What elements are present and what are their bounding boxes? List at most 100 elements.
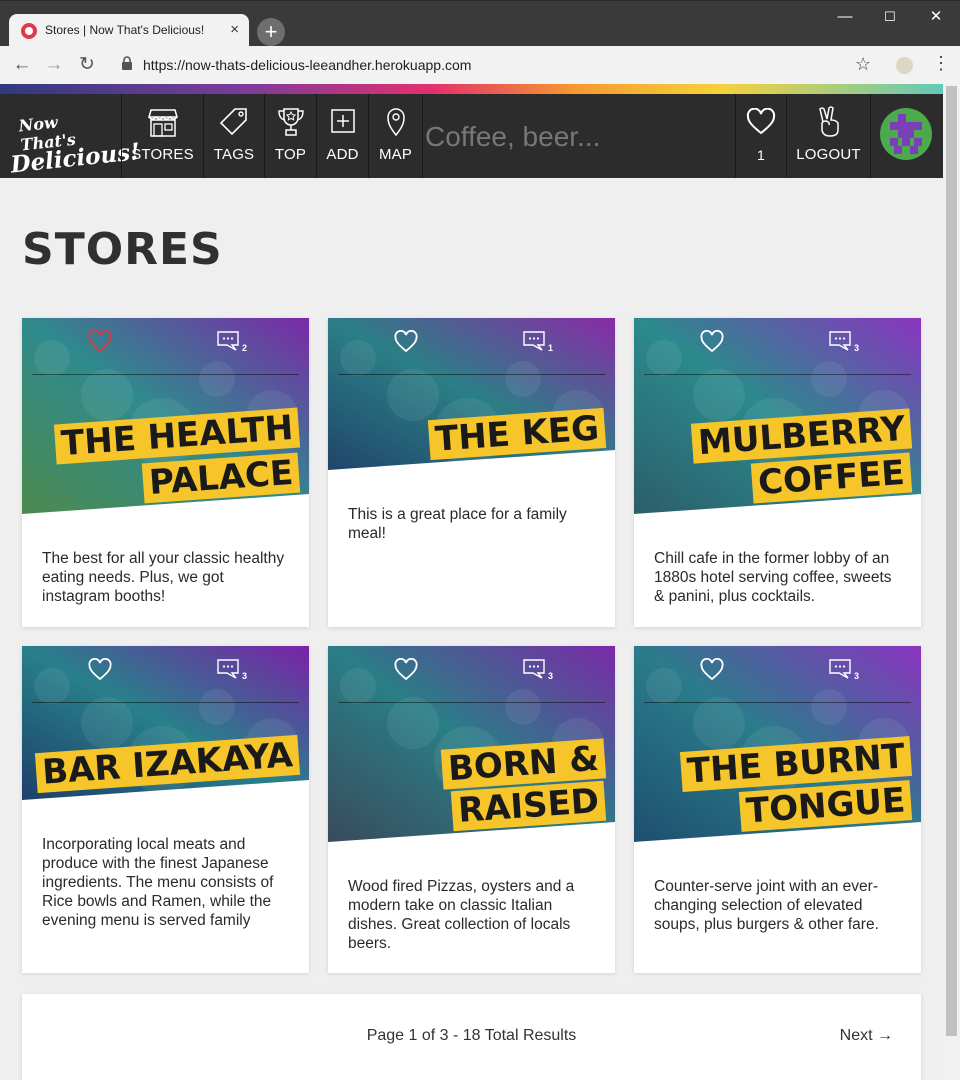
store-title-line: COFFEE [751, 452, 913, 504]
store-hero-image[interactable]: 3 MULBERRY COFFEE [634, 318, 921, 534]
back-button[interactable]: ← [9, 52, 35, 78]
extension-icon[interactable] [896, 57, 913, 74]
trophy-icon [277, 108, 304, 136]
store-hero-image[interactable]: 2 THE HEALTH PALACE [22, 318, 309, 534]
site-favicon-icon [21, 23, 37, 39]
store-title[interactable]: BAR IZAKAYA [34, 734, 301, 794]
window-minimize-button[interactable]: — [822, 7, 868, 27]
nav-top[interactable]: TOP [265, 94, 316, 178]
map-pin-icon [386, 108, 405, 137]
store-hero-image[interactable]: 1 THE KEG [328, 318, 615, 490]
store-card[interactable]: 2 THE HEALTH PALACE The best for all your c… [22, 318, 309, 627]
store-title[interactable]: THE BURNT TONGUE [679, 736, 913, 832]
store-description: Counter-serve joint with an ever-changin… [654, 878, 879, 933]
heart-icon[interactable] [88, 330, 112, 354]
search-input[interactable] [425, 94, 725, 178]
heart-icon[interactable] [700, 658, 724, 682]
browser-tabstrip: Stores | Now That's Delicious! × + — ☐ ✕ [0, 0, 960, 47]
forward-button[interactable]: → [41, 52, 67, 78]
next-page-link[interactable]: Next → [840, 1027, 893, 1045]
nav-map-label: MAP [378, 146, 413, 163]
store-title[interactable]: BORN & RAISED [440, 738, 607, 832]
peace-hand-icon [818, 106, 839, 137]
store-title[interactable]: THE KEG [427, 407, 607, 461]
store-hero-image[interactable]: 3 BAR IZAKAYA [22, 646, 309, 820]
comment-icon[interactable] [216, 658, 240, 680]
store-title-line: TONGUE [738, 780, 913, 832]
page-title: STORES [22, 224, 223, 275]
store-description: Wood fired Pizzas, oysters and a modern … [348, 878, 575, 952]
store-photo [22, 646, 309, 800]
window-close-button[interactable]: ✕ [913, 7, 959, 27]
nav-map[interactable]: MAP [369, 94, 422, 178]
rainbow-bar [0, 84, 960, 94]
nav-divider [870, 94, 871, 178]
hero-divider [338, 374, 605, 375]
comment-count: 3 [854, 343, 860, 353]
hero-divider [32, 702, 299, 703]
store-hero-image[interactable]: 3 BORN & RAISED [328, 646, 615, 862]
store-card[interactable]: 3 THE BURNT TONGUE Counter-serve joint with… [634, 646, 921, 973]
store-description: Incorporating local meats and produce wi… [42, 836, 274, 929]
heart-icon[interactable] [88, 658, 112, 682]
store-card[interactable]: 1 THE KEG This is a great place for a fami… [328, 318, 615, 627]
heart-icon[interactable] [394, 330, 418, 354]
nav-add[interactable]: ADD [317, 94, 368, 178]
store-title[interactable]: MULBERRY COFFEE [690, 408, 913, 504]
comment-icon[interactable] [216, 330, 240, 352]
nav-add-label: ADD [326, 146, 359, 163]
user-avatar[interactable] [880, 108, 932, 160]
nav-tags[interactable]: TAGS [204, 94, 264, 178]
browser-tab[interactable]: Stores | Now That's Delicious! × [9, 14, 249, 47]
store-title[interactable]: THE HEALTH PALACE [53, 407, 301, 504]
hearts-count: 1 [757, 147, 765, 163]
store-title-line: PALACE [141, 452, 301, 504]
store-title-line: RAISED [450, 780, 607, 832]
nav-divider [422, 94, 423, 178]
add-icon [330, 109, 355, 133]
page-viewport: Now That's Delicious! STORES TAGS TOP AD… [0, 84, 960, 1080]
comment-count: 3 [242, 671, 248, 681]
address-bar[interactable]: https://now-thats-delicious-leeandher.he… [143, 57, 471, 73]
window-maximize-button[interactable]: ☐ [867, 7, 913, 27]
comment-icon[interactable] [828, 658, 852, 680]
new-tab-button[interactable]: + [257, 18, 285, 46]
browser-menu-icon[interactable]: ⋮ [932, 53, 950, 74]
heart-icon [746, 108, 776, 135]
page-scrollbar[interactable] [943, 84, 960, 1080]
hero-divider [644, 374, 911, 375]
nav-stores[interactable]: STORES [122, 94, 203, 178]
tab-title: Stores | Now That's Delicious! [45, 23, 205, 37]
site-logo[interactable]: Now That's Delicious! [6, 106, 141, 179]
store-description: Chill cafe in the former lobby of an 188… [654, 550, 892, 605]
scrollbar-thumb[interactable] [946, 86, 957, 1036]
browser-toolbar: ← → ↻ https://now-thats-delicious-leeand… [0, 46, 960, 84]
nav-hearts[interactable] [736, 94, 786, 178]
comment-count: 1 [548, 343, 554, 353]
pagination-summary: Page 1 of 3 - 18 Total Results [366, 1027, 577, 1044]
store-icon [147, 109, 178, 137]
store-card[interactable]: 3 MULBERRY COFFEE Chill cafe in the former … [634, 318, 921, 627]
lock-icon [122, 56, 132, 70]
pagination: Page 1 of 3 - 18 Total Results Next → [22, 994, 921, 1080]
store-title-line: THE KEG [427, 407, 607, 461]
comment-count: 3 [548, 671, 554, 681]
heart-icon[interactable] [394, 658, 418, 682]
site-nav: Now That's Delicious! STORES TAGS TOP AD… [0, 94, 960, 179]
comment-icon[interactable] [522, 658, 546, 680]
store-hero-image[interactable]: 3 THE BURNT TONGUE [634, 646, 921, 862]
heart-icon[interactable] [700, 330, 724, 354]
store-description: The best for all your classic healthy ea… [42, 550, 285, 605]
store-card[interactable]: 3 BAR IZAKAYA Incorporating local meats an… [22, 646, 309, 973]
nav-stores-label: STORES [131, 146, 194, 163]
hero-divider [338, 702, 605, 703]
tab-close-icon[interactable]: × [230, 21, 239, 39]
hero-divider [644, 702, 911, 703]
comment-icon[interactable] [522, 330, 546, 352]
store-description: This is a great place for a family meal! [348, 506, 567, 542]
comment-icon[interactable] [828, 330, 852, 352]
bookmark-star-icon[interactable]: ☆ [855, 54, 871, 75]
nav-logout[interactable]: LOGOUT [787, 94, 870, 178]
store-card[interactable]: 3 BORN & RAISED Wood fired Pizzas, oysters … [328, 646, 615, 973]
reload-button[interactable]: ↻ [74, 52, 100, 78]
